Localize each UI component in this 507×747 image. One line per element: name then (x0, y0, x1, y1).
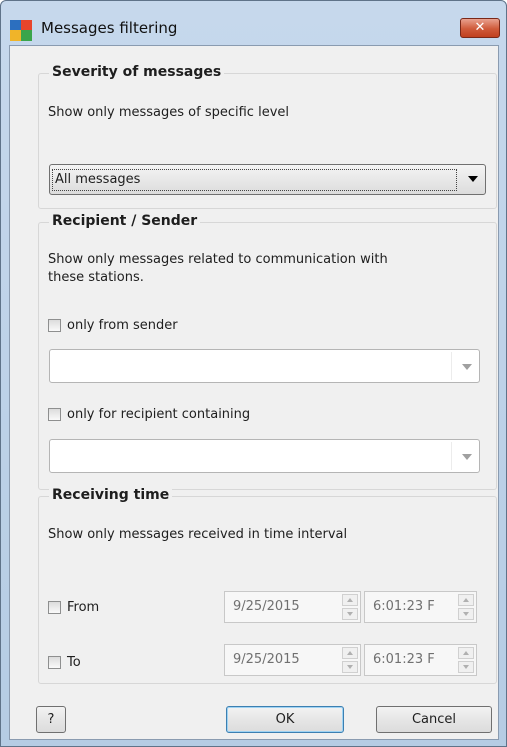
spin-up-icon[interactable] (342, 647, 358, 659)
close-icon: ✕ (474, 20, 486, 35)
severity-group: Severity of messages Show only messages … (38, 64, 497, 209)
sender-label: only from sender (67, 318, 178, 333)
avg-logo-icon (10, 20, 32, 41)
from-time-value: 6:01:23 F (373, 599, 435, 614)
spin-up-icon[interactable] (458, 594, 474, 606)
recipient-sender-group: Recipient / Sender Show only messages re… (38, 213, 497, 490)
spin-down-icon[interactable] (342, 608, 358, 620)
recipient-checkbox-row[interactable]: only for recipient containing (48, 407, 308, 425)
severity-dropdown[interactable]: All messages (49, 164, 486, 195)
to-date-picker[interactable]: 9/25/2015 (224, 644, 361, 676)
to-checkbox-row[interactable]: To (48, 655, 128, 673)
chevron-down-icon (468, 176, 478, 182)
ok-button[interactable]: OK (226, 706, 344, 733)
spin-down-icon[interactable] (342, 661, 358, 673)
recipient-checkbox[interactable] (48, 408, 61, 421)
help-button[interactable]: ? (36, 706, 66, 733)
recipient-description-line1: Show only messages related to communicat… (48, 252, 388, 267)
recipient-label: only for recipient containing (67, 407, 251, 422)
from-time-picker[interactable]: 6:01:23 F (364, 591, 477, 623)
sender-dropdown[interactable] (49, 349, 480, 383)
spin-down-icon[interactable] (458, 608, 474, 620)
severity-heading: Severity of messages (49, 64, 225, 80)
recipient-heading: Recipient / Sender (49, 213, 201, 229)
receiving-time-group: Receiving time Show only messages receiv… (38, 487, 497, 684)
to-label: To (67, 655, 81, 670)
severity-description: Show only messages of specific level (48, 105, 289, 120)
title-bar[interactable]: Messages filtering ✕ (1, 1, 506, 43)
to-date-value: 9/25/2015 (233, 652, 300, 667)
recipient-description-line2: these stations. (48, 270, 144, 285)
window-title: Messages filtering (41, 19, 178, 37)
spin-up-icon[interactable] (342, 594, 358, 606)
cancel-button[interactable]: Cancel (376, 706, 492, 733)
time-heading: Receiving time (49, 487, 173, 503)
chevron-down-icon (462, 364, 472, 370)
dialog-body: Severity of messages Show only messages … (9, 45, 499, 740)
messages-filtering-dialog: Messages filtering ✕ Severity of message… (0, 0, 507, 747)
close-button[interactable]: ✕ (460, 18, 500, 38)
severity-selected-value: All messages (52, 169, 457, 191)
from-checkbox-row[interactable]: From (48, 600, 128, 618)
from-date-value: 9/25/2015 (233, 599, 300, 614)
time-description: Show only messages received in time inte… (48, 527, 348, 542)
from-label: From (67, 600, 100, 615)
sender-checkbox[interactable] (48, 319, 61, 332)
chevron-down-icon (462, 454, 472, 460)
to-time-picker[interactable]: 6:01:23 F (364, 644, 477, 676)
recipient-dropdown[interactable] (49, 439, 480, 473)
from-date-picker[interactable]: 9/25/2015 (224, 591, 361, 623)
spin-up-icon[interactable] (458, 647, 474, 659)
from-checkbox[interactable] (48, 601, 61, 614)
to-checkbox[interactable] (48, 656, 61, 669)
to-time-value: 6:01:23 F (373, 652, 435, 667)
sender-checkbox-row[interactable]: only from sender (48, 318, 248, 336)
spin-down-icon[interactable] (458, 661, 474, 673)
